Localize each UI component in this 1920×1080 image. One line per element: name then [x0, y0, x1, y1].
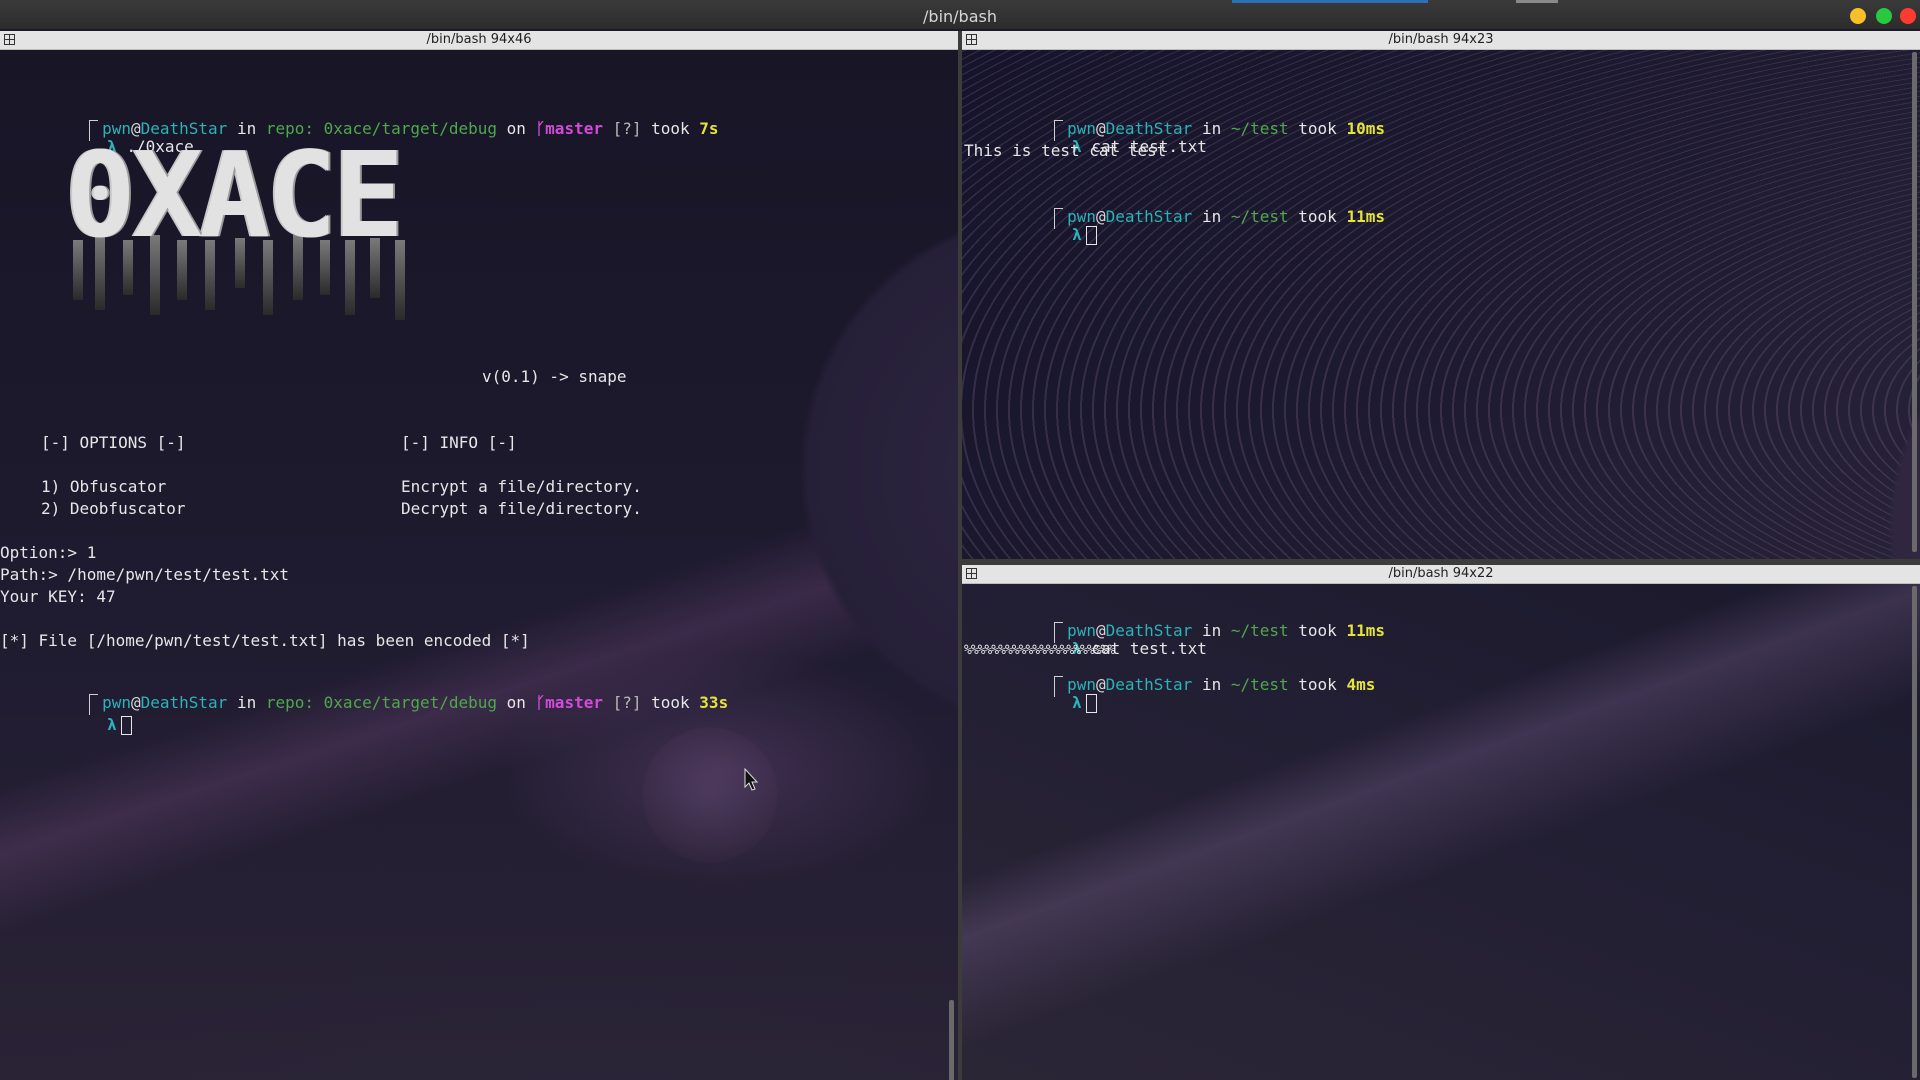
pane-title-bar: /bin/bash 94x46: [0, 31, 958, 50]
prompt-line: pwn@DeathStar in repo: 0xace/target/debu…: [12, 676, 728, 715]
prompt-took: took: [1288, 675, 1347, 694]
scrollbar[interactable]: [1912, 52, 1917, 552]
prompt-in: in: [1192, 207, 1231, 226]
prompt-branch: master: [545, 119, 603, 138]
terminal-pane-top-right[interactable]: /bin/bash 94x23 pwn@DeathStar in ~/test …: [962, 31, 1920, 565]
git-branch-icon: ᚴ: [535, 693, 546, 712]
prompt-host: DeathStar: [140, 693, 228, 712]
window-title-bar: /bin/bash: [0, 0, 1920, 30]
prompt-dir: ~/test: [1230, 119, 1289, 138]
prompt-in: in: [227, 693, 266, 712]
command-line[interactable]: λ: [30, 698, 132, 735]
version-line: v(0.1) -> snape: [482, 367, 627, 386]
result-line: [*] File [/home/pwn/test/test.txt] has b…: [0, 631, 530, 650]
text-cursor: [120, 716, 132, 735]
prompt-line: pwn@DeathStar in ~/test took 4ms: [977, 658, 1375, 697]
prompt-dir: ~/test: [1230, 675, 1289, 694]
prompt-time: 33s: [699, 693, 729, 712]
terminal-output[interactable]: pwn@DeathStar in repo: 0xace/target/debu…: [0, 50, 958, 1080]
prompt-took: took: [641, 119, 700, 138]
prompt-at: @: [130, 693, 141, 712]
option-input-line: Option:> 1: [0, 543, 97, 562]
command-output: This is test cat test: [964, 141, 1167, 160]
option-obfuscator: 1) Obfuscator: [41, 477, 167, 496]
lambda-prompt-symbol: λ: [1072, 225, 1082, 244]
terminal-pane-bottom-right[interactable]: /bin/bash 94x22 pwn@DeathStar in ~/test …: [962, 565, 1920, 1080]
prompt-line: pwn@DeathStar in ~/test took 10ms: [977, 102, 1385, 141]
prompt-took: took: [641, 693, 700, 712]
scrollbar[interactable]: [1912, 586, 1917, 1078]
lambda-prompt-symbol: λ: [107, 715, 117, 734]
key-line: Your KEY: 47: [0, 587, 116, 606]
prompt-on: on: [497, 693, 536, 712]
option-deobfuscator: 2) Deobfuscator: [41, 499, 186, 518]
pane-title: /bin/bash 94x22: [1388, 566, 1494, 581]
prompt-time: 7s: [699, 119, 719, 138]
prompt-took: took: [1288, 207, 1347, 226]
close-button[interactable]: [1900, 8, 1916, 24]
window-title: /bin/bash: [923, 7, 997, 26]
prompt-line: pwn@DeathStar in ~/test took 11ms: [977, 190, 1385, 229]
prompt-host: DeathStar: [1105, 207, 1193, 226]
maximize-button[interactable]: [1876, 8, 1892, 24]
pane-title: /bin/bash 94x46: [426, 32, 532, 47]
prompt-dir: repo: 0xace/target/debug: [265, 693, 498, 712]
command-line[interactable]: λ: [995, 208, 1097, 245]
command-line[interactable]: λ: [995, 676, 1097, 713]
prompt-git-status: [?]: [602, 693, 642, 712]
prompt-dir: ~/test: [1230, 621, 1289, 640]
scrollbar[interactable]: [949, 1000, 954, 1080]
prompt-time: 11ms: [1346, 207, 1385, 226]
terminal-output[interactable]: pwn@DeathStar in ~/test took 10ms λ cat …: [962, 50, 1920, 565]
pane-title-bar: /bin/bash 94x23: [962, 31, 1920, 50]
prompt-at: @: [1095, 675, 1106, 694]
prompt-on: on: [497, 119, 536, 138]
terminal-background: pwn@DeathStar in repo: 0xace/target/debu…: [0, 50, 958, 1080]
prompt-branch: master: [545, 693, 603, 712]
prompt-dir: ~/test: [1230, 207, 1289, 226]
lambda-prompt-symbol: λ: [1072, 693, 1082, 712]
prompt-host: DeathStar: [1105, 675, 1193, 694]
minimize-button[interactable]: [1850, 8, 1866, 24]
split-pane-icon[interactable]: [966, 34, 977, 45]
info-header: [-] INFO [-]: [401, 433, 517, 452]
prompt-took: took: [1288, 621, 1347, 640]
terminal-pane-left[interactable]: /bin/bash 94x46 pwn@DeathStar in repo: 0…: [0, 31, 958, 1080]
path-input-line: Path:> /home/pwn/test/test.txt: [0, 565, 289, 584]
text-cursor: [1085, 694, 1097, 713]
prompt-time: 10ms: [1346, 119, 1385, 138]
prompt-time: 4ms: [1346, 675, 1376, 694]
split-pane-icon[interactable]: [966, 568, 977, 579]
prompt-time: 11ms: [1346, 621, 1385, 640]
pane-title-bar: /bin/bash 94x22: [962, 565, 1920, 584]
prompt-in: in: [1192, 675, 1231, 694]
split-pane-icon[interactable]: [4, 34, 15, 45]
info-encrypt: Encrypt a file/directory.: [401, 477, 642, 496]
terminal-output[interactable]: pwn@DeathStar in ~/test took 11ms λ cat …: [962, 584, 1920, 1080]
command-line: λ cat test.txt: [995, 622, 1207, 658]
terminal-background: pwn@DeathStar in ~/test took 11ms λ cat …: [962, 584, 1920, 1080]
info-decrypt: Decrypt a file/directory.: [401, 499, 642, 518]
prompt-git-status: [?]: [602, 119, 642, 138]
pane-title: /bin/bash 94x23: [1388, 32, 1494, 47]
logo-text: 0XACE: [65, 126, 404, 264]
terminal-background: pwn@DeathStar in ~/test took 10ms λ cat …: [962, 50, 1920, 565]
git-branch-icon: ᚴ: [535, 119, 546, 138]
prompt-at: @: [1095, 207, 1106, 226]
command-line: λ cat test.txt: [995, 120, 1207, 156]
ascii-logo: 0XACE: [65, 126, 425, 320]
text-cursor: [1085, 226, 1097, 245]
options-header: [-] OPTIONS [-]: [41, 433, 186, 452]
prompt-took: took: [1288, 119, 1347, 138]
prompt-line: pwn@DeathStar in repo: 0xace/target/debu…: [12, 102, 719, 141]
mouse-pointer-icon: [744, 768, 759, 791]
prompt-line: pwn@DeathStar in ~/test took 11ms: [977, 604, 1385, 643]
